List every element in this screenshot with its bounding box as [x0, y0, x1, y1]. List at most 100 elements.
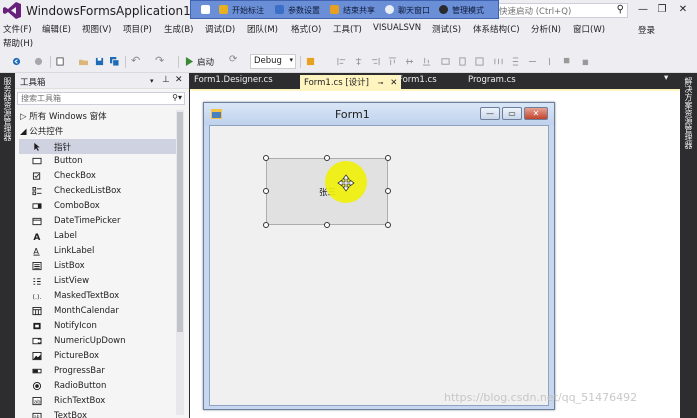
tab-form1-design[interactable]: Form1.cs [设计] ⊸ ✕	[300, 75, 402, 89]
category-all-windows-forms[interactable]: ▷ 所有 Windows 窗体	[20, 110, 107, 122]
param-settings-button[interactable]: 参数设置	[288, 5, 320, 16]
toolbox-scrollbar[interactable]	[176, 110, 184, 415]
tab-program-cs[interactable]: Program.cs	[468, 75, 516, 85]
form1-window[interactable]: Form1 — ▭ ✕	[203, 102, 555, 410]
toolbox-item-textbox[interactable]: ab TextBox	[19, 409, 177, 418]
toolbox-item-datetimepicker[interactable]: DateTimePicker	[19, 214, 177, 229]
menu-build[interactable]: 生成(B)	[164, 23, 193, 35]
start-annotate-button[interactable]: 开始标注	[232, 5, 264, 16]
align-center-icon[interactable]	[354, 57, 363, 66]
scrollbar-thumb[interactable]	[177, 112, 183, 332]
resize-handle-bottom-left[interactable]	[263, 222, 269, 228]
new-project-icon[interactable]	[56, 57, 65, 66]
menu-edit[interactable]: 编辑(E)	[42, 23, 71, 35]
toolbox-item-checkbox[interactable]: CheckBox	[19, 169, 177, 184]
menu-format[interactable]: 格式(O)	[291, 23, 321, 35]
menu-file[interactable]: 文件(F)	[3, 23, 32, 35]
save-icon[interactable]	[95, 57, 104, 66]
pin-icon[interactable]: ⊥	[162, 75, 170, 85]
close-button[interactable]: ✕	[676, 3, 690, 17]
toolbox-item-label[interactable]: A Label	[19, 229, 177, 244]
bring-front-icon[interactable]	[563, 57, 572, 66]
close-icon[interactable]: ✕	[175, 75, 183, 85]
spacing-horizontal-icon[interactable]	[494, 57, 503, 66]
close-tab-icon[interactable]: ✕	[390, 78, 397, 88]
open-file-icon[interactable]	[79, 57, 88, 66]
start-debug-label[interactable]: 启动	[197, 56, 214, 68]
minimize-button[interactable]: —	[636, 3, 650, 17]
same-height-icon[interactable]	[458, 57, 467, 66]
back-navigate-icon[interactable]	[12, 57, 21, 66]
attach-icon[interactable]: ⟳	[229, 54, 238, 65]
solution-explorer-strip[interactable]: 解决方案资源管理器	[680, 73, 697, 418]
toolbox-item-checkedlistbox[interactable]: CheckedListBox	[19, 184, 177, 199]
solution-config-dropdown[interactable]: Debug ▾	[250, 54, 296, 69]
menu-view[interactable]: 视图(V)	[82, 23, 111, 35]
resize-handle-top-left[interactable]	[263, 155, 269, 161]
align-left-icon[interactable]	[337, 57, 346, 66]
menu-team[interactable]: 团队(M)	[247, 23, 278, 35]
save-all-icon[interactable]	[110, 57, 119, 66]
tab-overflow-icon[interactable]: ▾	[664, 73, 668, 83]
pin-icon[interactable]: ⊸	[378, 79, 384, 87]
menu-architecture[interactable]: 体系结构(C)	[473, 23, 520, 35]
forward-navigate-icon[interactable]	[34, 57, 43, 66]
login-link[interactable]: 登录	[638, 24, 655, 36]
toolbox-item-monthcalendar[interactable]: MonthCalendar	[19, 304, 177, 319]
form-close-button[interactable]: ✕	[524, 107, 548, 120]
form-maximize-button[interactable]: ▭	[502, 107, 522, 120]
menu-tools[interactable]: 工具(T)	[333, 23, 362, 35]
send-back-icon[interactable]	[580, 57, 589, 66]
toolbox-item-pointer[interactable]: 指针	[19, 139, 177, 154]
toolbox-item-listbox[interactable]: ListBox	[19, 259, 177, 274]
toolbox-item-numericupdown[interactable]: NumericUpDown	[19, 334, 177, 349]
menu-debug[interactable]: 调试(D)	[205, 23, 235, 35]
resize-handle-left[interactable]	[263, 188, 269, 194]
admin-mode-button[interactable]: 管理模式	[452, 5, 484, 16]
toolbox-item-progressbar[interactable]: ProgressBar	[19, 364, 177, 379]
align-right-icon[interactable]	[371, 57, 380, 66]
server-explorer-tab[interactable]: 服务器资源管理器	[2, 77, 13, 141]
menu-help[interactable]: 帮助(H)	[3, 37, 33, 49]
resize-handle-bottom[interactable]	[324, 222, 330, 228]
menu-window[interactable]: 窗口(W)	[573, 23, 605, 35]
toolbox-item-listview[interactable]: ListView	[19, 274, 177, 289]
solution-explorer-tab[interactable]: 解决方案资源管理器	[683, 77, 694, 149]
align-top-icon[interactable]	[388, 57, 397, 66]
menu-test[interactable]: 测试(S)	[432, 23, 461, 35]
align-bottom-icon[interactable]	[422, 57, 431, 66]
toolbox-item-maskedtextbox[interactable]: (.). MaskedTextBox	[19, 289, 177, 304]
toolbox-item-linklabel[interactable]: A LinkLabel	[19, 244, 177, 259]
menu-analyze[interactable]: 分析(N)	[531, 23, 561, 35]
restore-button[interactable]: ❐	[655, 3, 669, 17]
tab-form1-cs[interactable]: Form1.cs	[398, 75, 437, 85]
toolbox-item-button[interactable]: Button	[19, 154, 177, 169]
category-common-controls[interactable]: ◢ 公共控件	[20, 125, 63, 137]
format-painter-icon[interactable]	[306, 57, 315, 66]
start-debug-icon[interactable]	[185, 57, 194, 66]
center-vertical-icon[interactable]	[545, 57, 554, 66]
undo-icon[interactable]: ↶	[131, 54, 140, 67]
center-horizontal-icon[interactable]	[528, 57, 537, 66]
align-middle-icon[interactable]	[405, 57, 414, 66]
toolbox-item-radiobutton[interactable]: RadioButton	[19, 379, 177, 394]
toolbox-item-richtextbox[interactable]: ab RichTextBox	[19, 394, 177, 409]
stop-share-button[interactable]: 结束共享	[343, 5, 375, 16]
resize-handle-top[interactable]	[324, 155, 330, 161]
resize-handle-bottom-right[interactable]	[385, 222, 391, 228]
form1-title-bar[interactable]: Form1 — ▭ ✕	[204, 103, 554, 125]
toolbox-item-combobox[interactable]: ComboBox	[19, 199, 177, 214]
checkbox-icon[interactable]	[201, 5, 210, 14]
same-size-icon[interactable]	[475, 57, 484, 66]
form-minimize-button[interactable]: —	[480, 107, 500, 120]
resize-handle-right[interactable]	[385, 188, 391, 194]
toolbox-search-input[interactable]: 搜索工具箱 ⚲▾	[17, 92, 185, 105]
resize-handle-top-right[interactable]	[385, 155, 391, 161]
tab-form1-designer-cs[interactable]: Form1.Designer.cs	[194, 75, 273, 85]
dropdown-arrow-icon[interactable]: ▾	[150, 77, 154, 85]
server-explorer-strip[interactable]: 服务器资源管理器	[0, 73, 15, 418]
quick-launch-input[interactable]: 快速启动 (Ctrl+Q) ⚲	[495, 3, 628, 18]
menu-project[interactable]: 项目(P)	[123, 23, 152, 35]
same-width-icon[interactable]	[441, 57, 450, 66]
chat-window-button[interactable]: 聊天窗口	[398, 5, 430, 16]
